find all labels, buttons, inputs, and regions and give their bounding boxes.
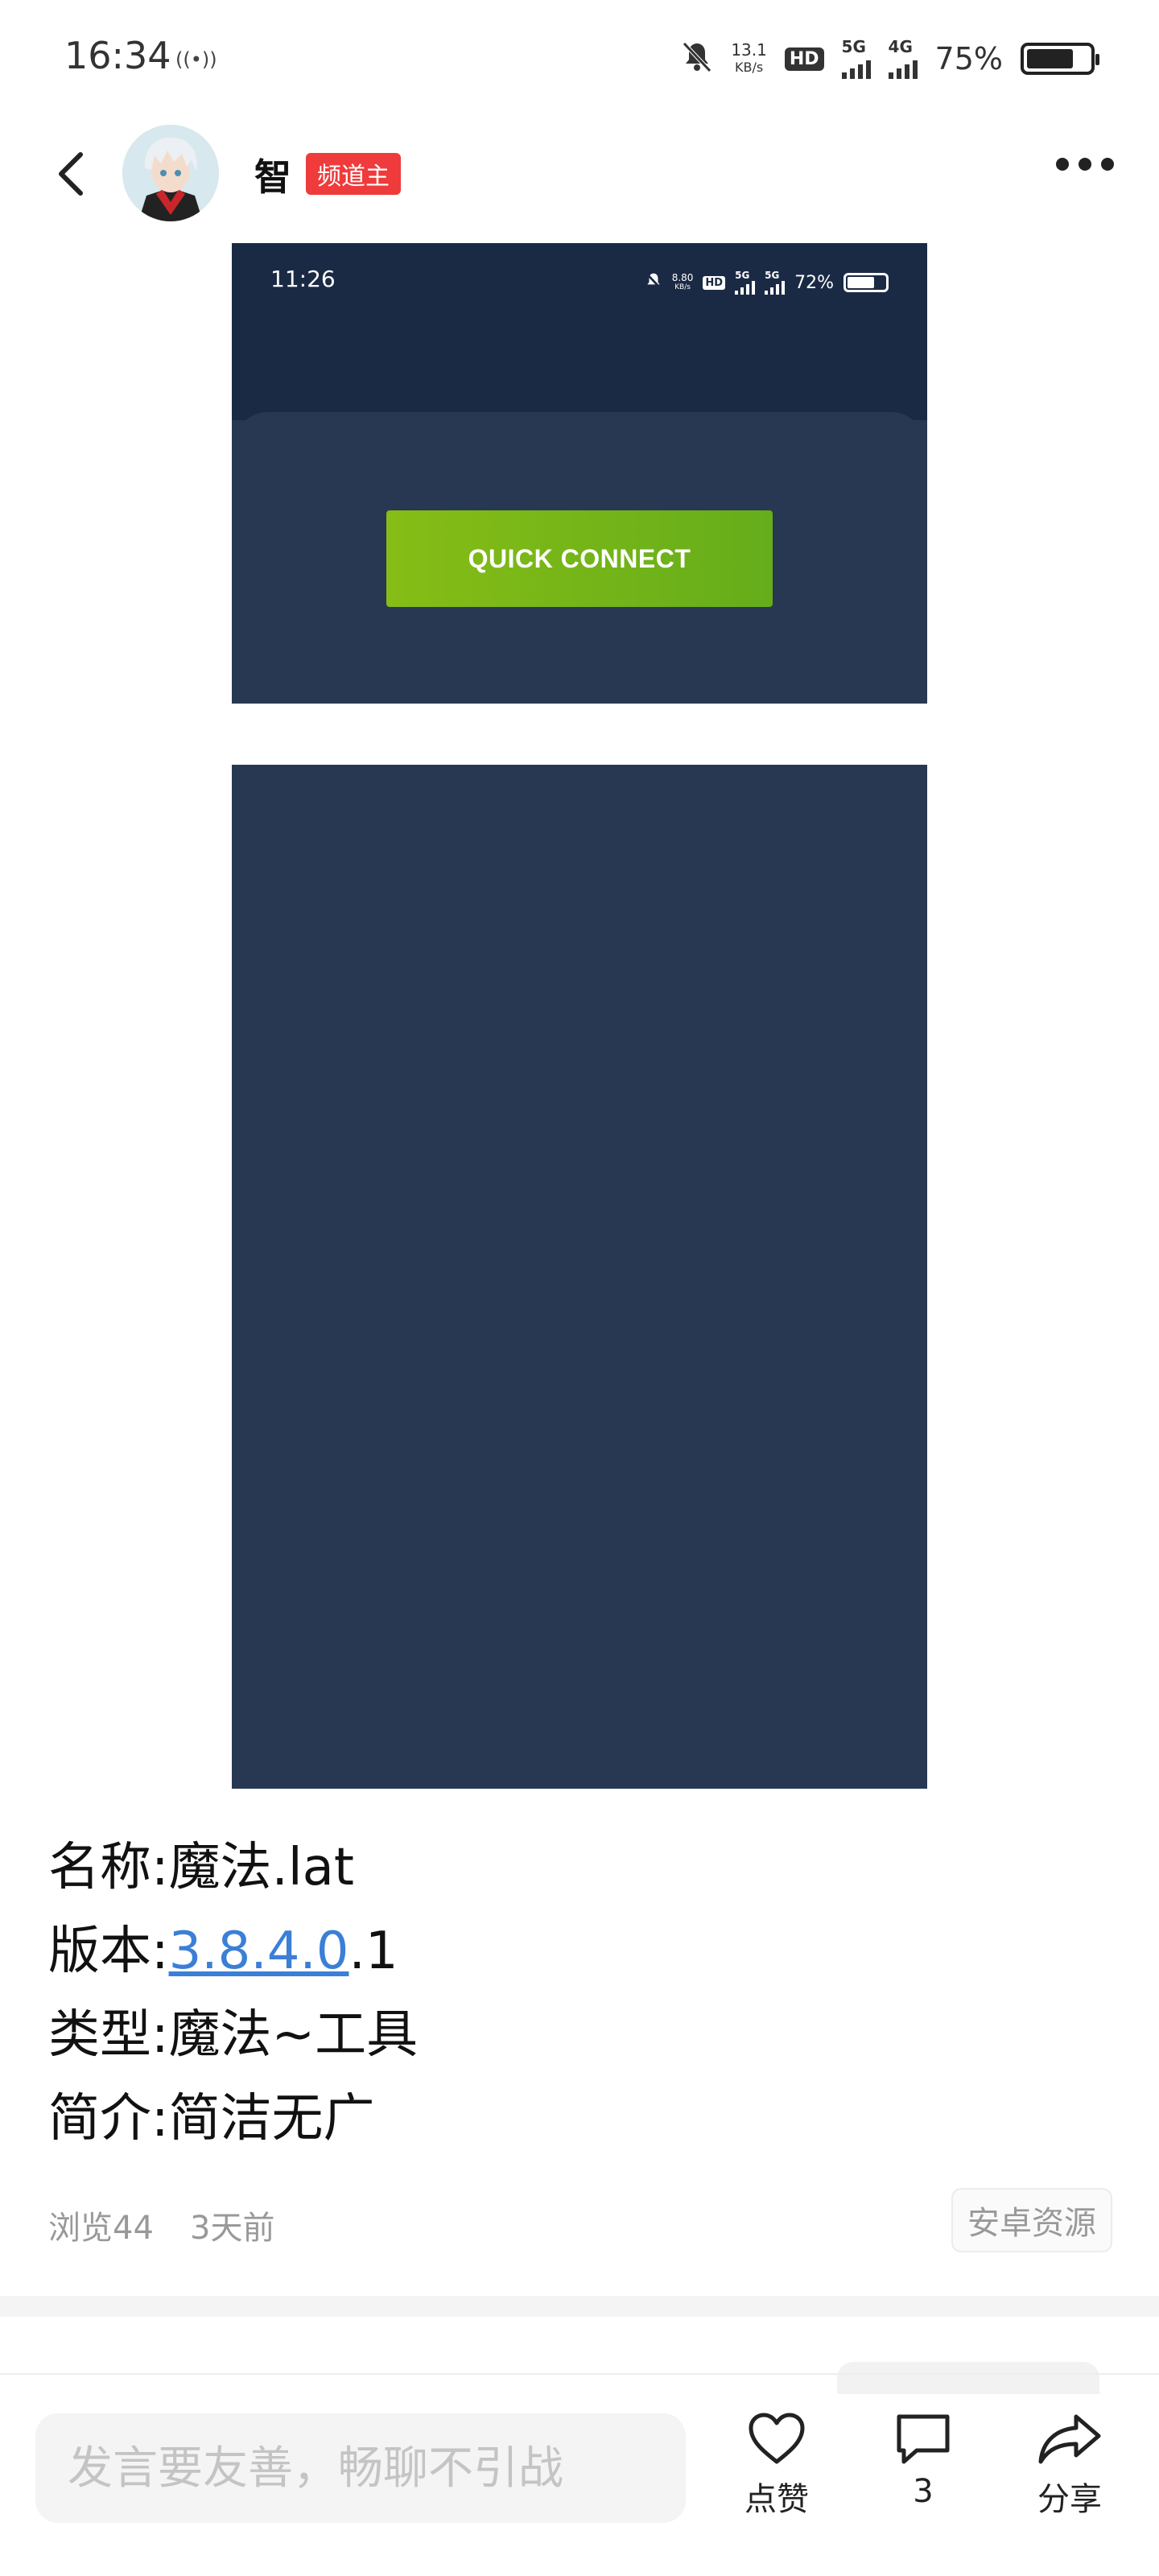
more-button[interactable]: [1056, 158, 1114, 171]
battery-percent: 75%: [934, 41, 1003, 76]
embedded-status-indicators: 8.80 KB/s HD 5G 5G 72%: [645, 270, 889, 295]
signal-5g: 5G: [765, 270, 786, 295]
mute-bell-icon: [681, 40, 713, 77]
section-divider: [0, 2296, 1159, 2317]
hd-icon: HD: [784, 47, 824, 71]
signal-bars-icon: [765, 280, 786, 295]
speech-bubble-icon: [897, 2414, 950, 2464]
battery-icon: [1021, 43, 1099, 75]
signal-5g: 5G: [841, 39, 871, 79]
post-image[interactable]: 11:26 8.80 KB/s HD 5G 5G 72% QUICK CONNE…: [232, 243, 927, 1789]
category-tag[interactable]: 安卓资源: [951, 2188, 1112, 2252]
share-label: 分享: [1037, 2481, 1102, 2518]
info-name: 名称:魔法.lat: [48, 1838, 354, 1897]
hd-icon: HD: [703, 275, 726, 290]
embedded-net-speed: 8.80 KB/s: [671, 272, 694, 291]
comment-input[interactable]: [35, 2413, 686, 2523]
signal-4g: 4G: [888, 39, 918, 79]
signal-bars-icon: [735, 280, 756, 295]
bottom-bar-border: [0, 2373, 1159, 2375]
embedded-battery-percent: 72%: [794, 272, 834, 293]
embedded-status-time: 11:26: [270, 266, 336, 292]
hotspot-signal-icon: ((•)): [175, 48, 217, 71]
chevron-left-icon: [59, 152, 83, 196]
embedded-header-bg: [232, 243, 927, 420]
signal-bars-icon: [888, 55, 918, 79]
author-name[interactable]: 智: [254, 148, 291, 201]
info-version: 版本:3.8.4.0.1: [48, 1922, 398, 1981]
post-time: 3天前: [190, 2210, 275, 2247]
channel-owner-badge: 频道主: [306, 153, 401, 195]
heart-icon: [749, 2413, 805, 2464]
info-intro: 简介:简洁无广: [48, 2089, 375, 2149]
more-dots-icon: [1056, 158, 1069, 171]
back-button[interactable]: [48, 143, 93, 204]
avatar[interactable]: [122, 125, 219, 221]
status-indicators: 13.1 KB/s HD 5G 4G 75%: [681, 39, 1099, 79]
net-speed: 13.1 KB/s: [731, 40, 767, 75]
comment-count: 3: [913, 2473, 934, 2510]
battery-icon: [843, 273, 889, 292]
version-link[interactable]: 3.8.4.0: [169, 1922, 349, 1981]
share-arrow-icon: [1038, 2414, 1101, 2464]
like-button[interactable]: 点赞: [716, 2410, 837, 2520]
status-time: 16:34: [64, 34, 171, 77]
signal-5g: 5G: [735, 270, 756, 295]
embedded-card: [235, 412, 924, 1785]
like-label: 点赞: [744, 2481, 809, 2518]
embedded-divider-strip: [232, 704, 927, 765]
comment-button[interactable]: 3: [863, 2410, 984, 2510]
view-count: 浏览44: [48, 2210, 154, 2247]
quick-connect-button[interactable]: QUICK CONNECT: [386, 510, 773, 607]
share-button[interactable]: 分享: [1009, 2410, 1130, 2520]
partial-pill: [837, 2362, 1099, 2394]
mute-bell-icon: [645, 271, 662, 295]
info-type: 类型:魔法~工具: [48, 2005, 419, 2065]
signal-bars-icon: [841, 55, 871, 79]
